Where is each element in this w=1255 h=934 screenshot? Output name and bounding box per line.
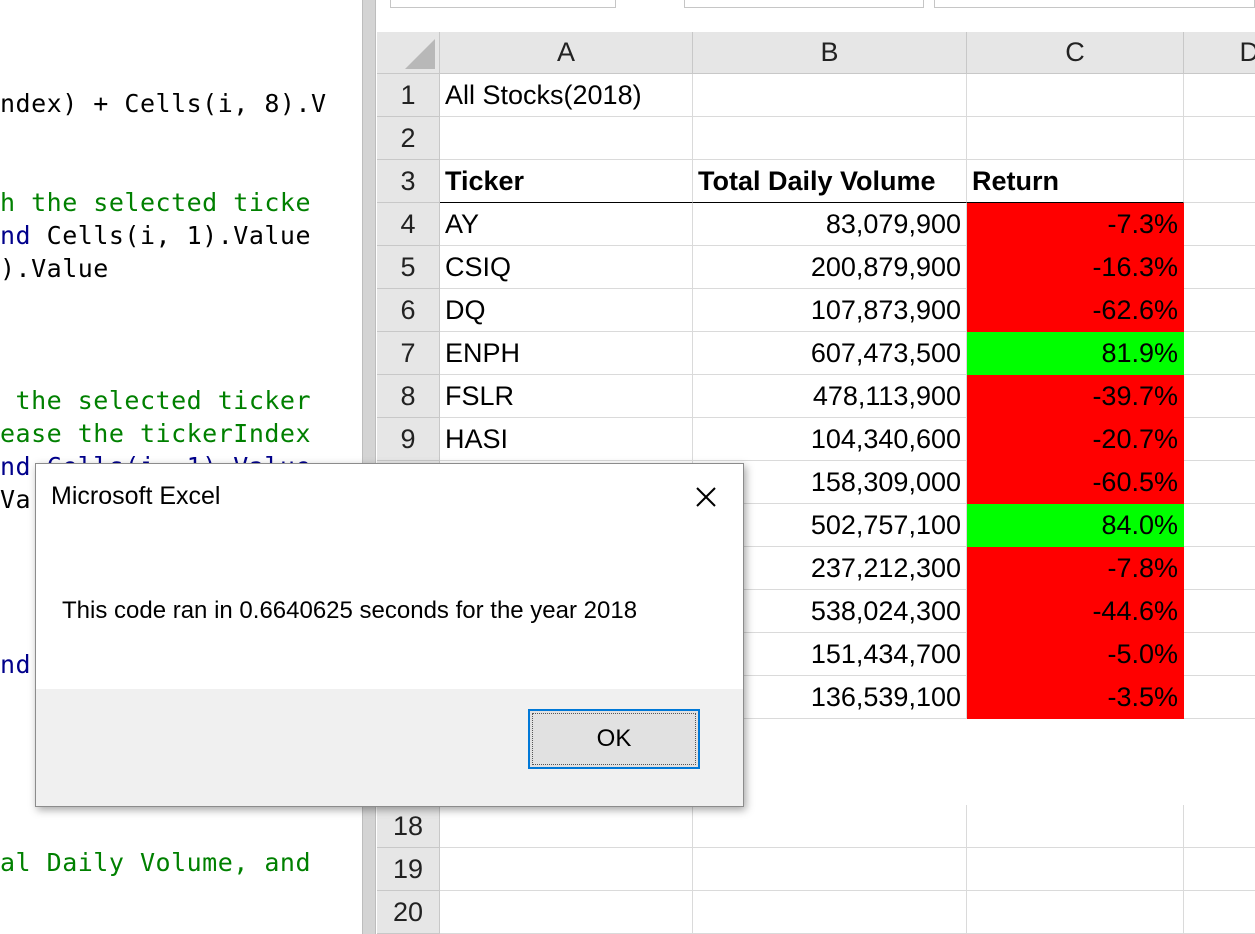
row-header[interactable]: 20	[377, 891, 440, 934]
row-header[interactable]: 2	[377, 117, 440, 160]
row-header[interactable]: 18	[377, 805, 440, 848]
dialog-title: Microsoft Excel	[51, 482, 221, 510]
empty-cell[interactable]	[1184, 418, 1255, 461]
code-line: ndex) + Cells(i, 8).V	[0, 89, 327, 118]
cell-c20[interactable]	[967, 891, 1184, 934]
cell-d20[interactable]	[1184, 891, 1255, 934]
cell-a1-title[interactable]: All Stocks(2018)	[440, 74, 693, 117]
return-cell[interactable]: -16.3%	[967, 246, 1184, 289]
cell-b19[interactable]	[693, 848, 967, 891]
row-header[interactable]: 3	[377, 160, 440, 203]
header-return[interactable]: Return	[967, 160, 1184, 203]
return-cell[interactable]: -5.0%	[967, 633, 1184, 676]
cell-c2[interactable]	[967, 117, 1184, 160]
code-line: the selected ticker	[0, 386, 312, 415]
ticker-cell[interactable]: CSIQ	[440, 246, 693, 289]
cell-d2[interactable]	[1184, 117, 1255, 160]
cell-d19[interactable]	[1184, 848, 1255, 891]
empty-cell[interactable]	[1184, 633, 1255, 676]
return-cell[interactable]: -60.5%	[967, 461, 1184, 504]
row-header[interactable]: 1	[377, 74, 440, 117]
cell-b2[interactable]	[693, 117, 967, 160]
ticker-cell[interactable]: HASI	[440, 418, 693, 461]
volume-cell[interactable]: 107,873,900	[693, 289, 967, 332]
volume-cell[interactable]: 200,879,900	[693, 246, 967, 289]
volume-cell[interactable]: 478,113,900	[693, 375, 967, 418]
row-header[interactable]: 4	[377, 203, 440, 246]
volume-cell[interactable]: 104,340,600	[693, 418, 967, 461]
empty-cell[interactable]	[1184, 375, 1255, 418]
cell-c19[interactable]	[967, 848, 1184, 891]
empty-cell[interactable]	[1184, 289, 1255, 332]
row-header[interactable]: 9	[377, 418, 440, 461]
row-header[interactable]: 19	[377, 848, 440, 891]
ticker-cell[interactable]: DQ	[440, 289, 693, 332]
cell-c18[interactable]	[967, 805, 1184, 848]
empty-cell[interactable]	[1184, 590, 1255, 633]
code-text: Cells(i, 1).Value	[31, 221, 312, 250]
return-cell[interactable]: -39.7%	[967, 375, 1184, 418]
code-line: al Daily Volume, and	[0, 848, 312, 877]
cell-a19[interactable]	[440, 848, 693, 891]
code-line: Va	[0, 485, 32, 514]
close-icon[interactable]	[686, 477, 726, 517]
return-cell[interactable]: -7.8%	[967, 547, 1184, 590]
code-line: nd	[0, 650, 32, 679]
code-line: ).Value	[0, 254, 109, 283]
cell-d1[interactable]	[1184, 74, 1255, 117]
empty-cell[interactable]	[1184, 547, 1255, 590]
row-header[interactable]: 5	[377, 246, 440, 289]
return-cell[interactable]: -20.7%	[967, 418, 1184, 461]
return-cell[interactable]: -3.5%	[967, 676, 1184, 719]
cell-d18[interactable]	[1184, 805, 1255, 848]
code-line: nd Cells(i, 1).Value	[0, 221, 311, 251]
column-header-d[interactable]: D	[1184, 32, 1255, 74]
return-cell[interactable]: 84.0%	[967, 504, 1184, 547]
name-box[interactable]	[390, 0, 616, 8]
ok-button[interactable]: OK	[528, 709, 700, 769]
formula-bar-control[interactable]	[684, 0, 924, 8]
cell-d3[interactable]	[1184, 160, 1255, 203]
ticker-cell[interactable]: FSLR	[440, 375, 693, 418]
ticker-cell[interactable]: AY	[440, 203, 693, 246]
dialog-message: This code ran in 0.6640625 seconds for t…	[62, 597, 638, 624]
cell-b1[interactable]	[693, 74, 967, 117]
return-cell[interactable]: 81.9%	[967, 332, 1184, 375]
empty-cell[interactable]	[1184, 246, 1255, 289]
cell-a2[interactable]	[440, 117, 693, 160]
row-header[interactable]: 6	[377, 289, 440, 332]
cell-b20[interactable]	[693, 891, 967, 934]
empty-cell[interactable]	[1184, 504, 1255, 547]
cell-c1[interactable]	[967, 74, 1184, 117]
message-box-dialog: Microsoft Excel This code ran in 0.66406…	[35, 463, 744, 807]
return-cell[interactable]: -44.6%	[967, 590, 1184, 633]
return-cell[interactable]: -62.6%	[967, 289, 1184, 332]
volume-cell[interactable]: 607,473,500	[693, 332, 967, 375]
row-header[interactable]: 7	[377, 332, 440, 375]
cell-a20[interactable]	[440, 891, 693, 934]
close-icon-glyph	[696, 487, 716, 507]
code-line: h the selected ticke	[0, 188, 312, 217]
formula-bar[interactable]	[934, 0, 1255, 8]
cell-a18[interactable]	[440, 805, 693, 848]
row-header[interactable]: 8	[377, 375, 440, 418]
code-line: ease the tickerIndex	[0, 419, 312, 448]
empty-cell[interactable]	[1184, 203, 1255, 246]
select-all-button[interactable]	[377, 32, 440, 74]
column-header-b[interactable]: B	[693, 32, 967, 74]
volume-cell[interactable]: 83,079,900	[693, 203, 967, 246]
formula-bar-area	[377, 0, 1255, 32]
column-header-a[interactable]: A	[440, 32, 693, 74]
return-cell[interactable]: -7.3%	[967, 203, 1184, 246]
code-keyword: nd	[0, 221, 32, 250]
header-ticker[interactable]: Ticker	[440, 160, 693, 203]
empty-cell[interactable]	[1184, 332, 1255, 375]
empty-cell[interactable]	[1184, 676, 1255, 719]
column-header-c[interactable]: C	[967, 32, 1184, 74]
header-total-daily-volume[interactable]: Total Daily Volume	[693, 160, 967, 203]
cell-b18[interactable]	[693, 805, 967, 848]
empty-cell[interactable]	[1184, 461, 1255, 504]
ticker-cell[interactable]: ENPH	[440, 332, 693, 375]
